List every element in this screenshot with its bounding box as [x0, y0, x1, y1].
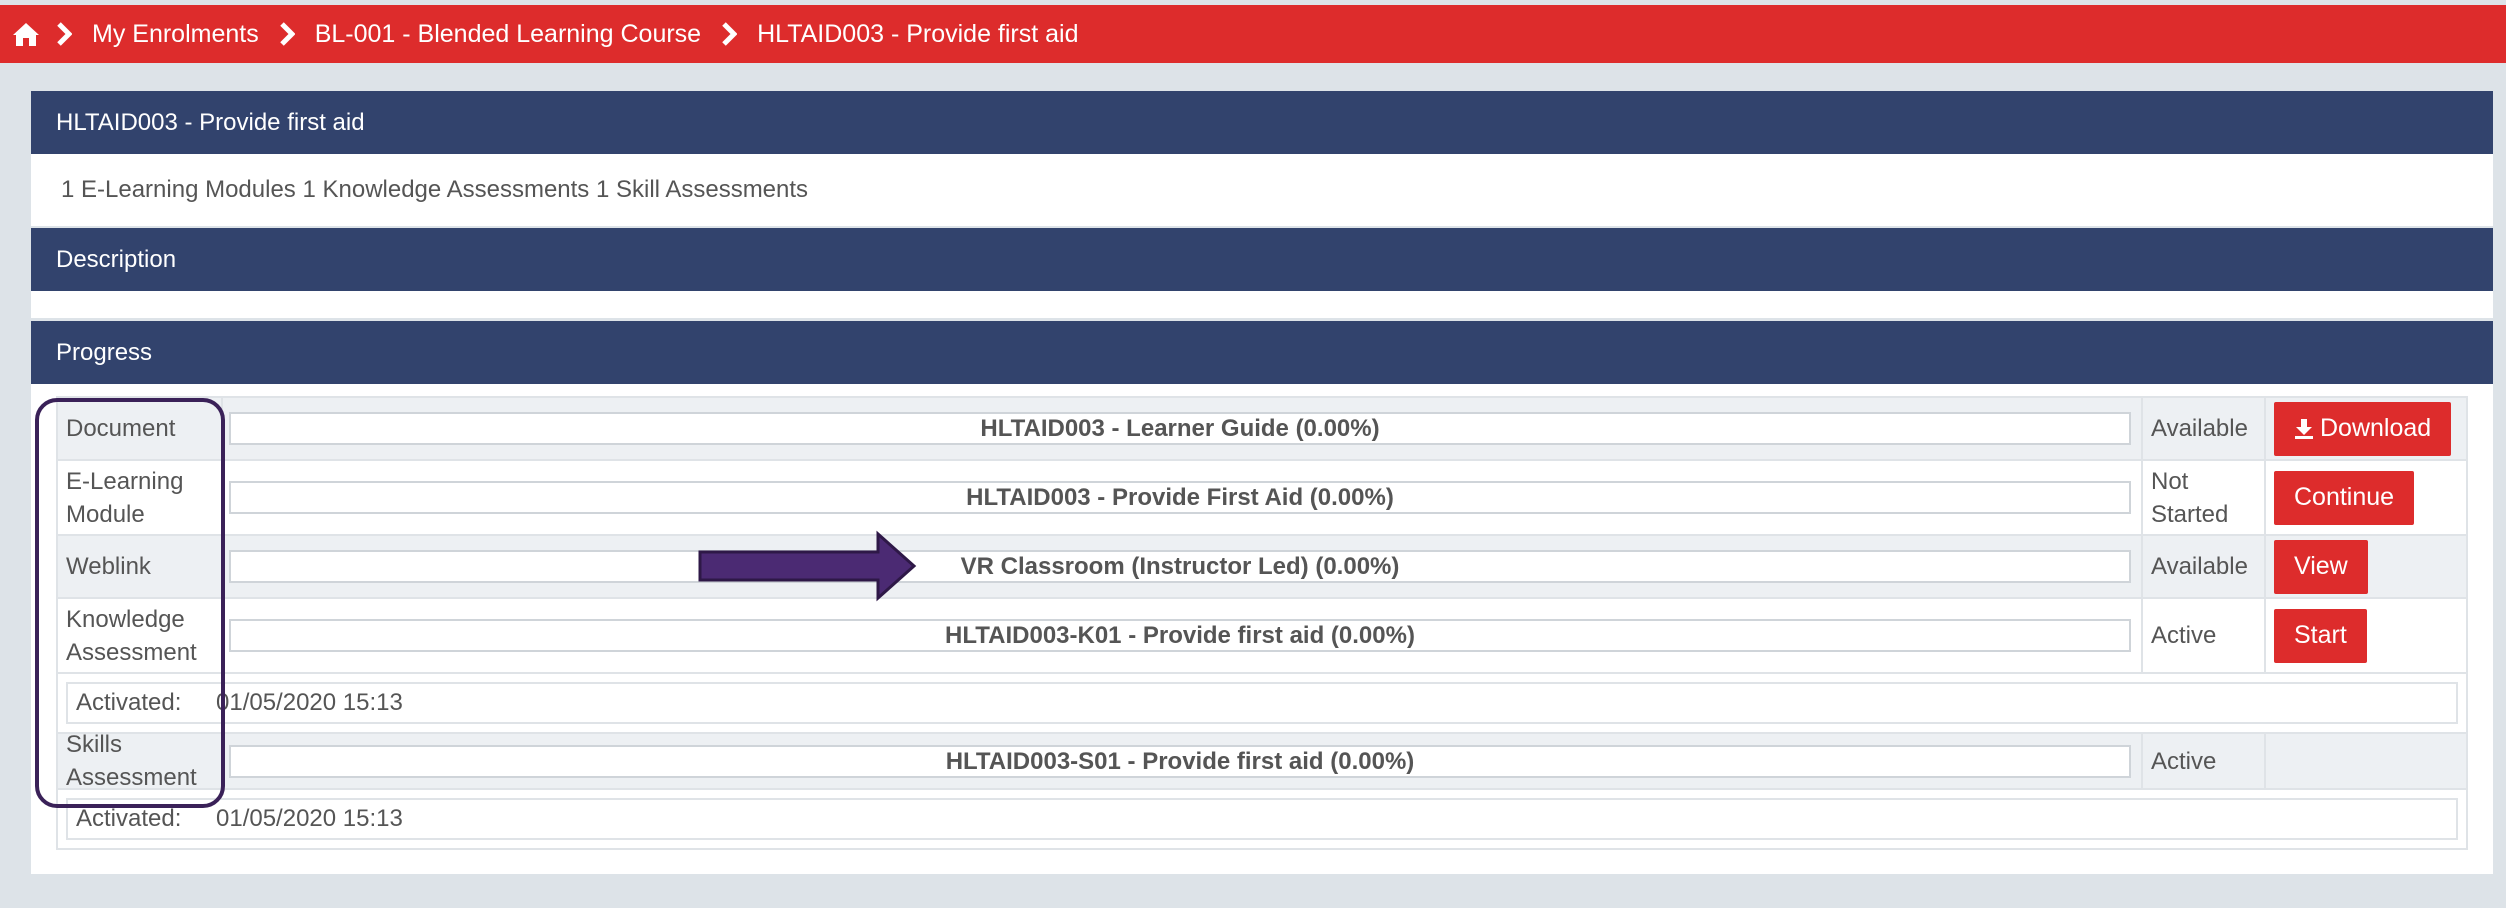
- empty-action-cell: [2266, 734, 2466, 788]
- item-type: E-Learning Module: [58, 461, 223, 534]
- activated-label: Activated:: [76, 689, 182, 716]
- status-label: Available: [2143, 398, 2266, 459]
- start-button[interactable]: Start: [2274, 608, 2367, 663]
- status-label: Not Started: [2143, 461, 2266, 534]
- continue-button[interactable]: Continue: [2274, 470, 2415, 525]
- item-type: Weblink: [58, 536, 223, 597]
- download-button[interactable]: Download: [2274, 401, 2452, 456]
- activated-date: 01/05/2020 15:13: [216, 689, 403, 716]
- status-label: Active: [2143, 599, 2266, 672]
- home-icon[interactable]: [12, 19, 42, 49]
- table-row: E-Learning Module HLTAID003 - Provide Fi…: [58, 461, 2466, 536]
- breadcrumb-item-course[interactable]: BL-001 - Blended Learning Course: [315, 20, 701, 49]
- description-panel-title: Description: [31, 228, 2493, 291]
- activation-row: Activated: 01/05/2020 15:13: [58, 674, 2466, 734]
- progress-panel-title: Progress: [31, 321, 2493, 384]
- table-row: Weblink VR Classroom (Instructor Led) (0…: [58, 536, 2466, 599]
- status-label: Available: [2143, 536, 2266, 597]
- item-type: Knowledge Assessment: [58, 599, 223, 672]
- item-type: Document: [58, 398, 223, 459]
- breadcrumb: My Enrolments BL-001 - Blended Learning …: [0, 5, 2506, 63]
- item-name: HLTAID003-S01 - Provide first aid (0.00%…: [229, 744, 2131, 778]
- view-button[interactable]: View: [2274, 539, 2368, 594]
- course-panel-title: HLTAID003 - Provide first aid: [31, 91, 2493, 154]
- item-name: HLTAID003 - Provide First Aid (0.00%): [229, 481, 2131, 514]
- item-name: HLTAID003-K01 - Provide first aid (0.00%…: [229, 619, 2131, 652]
- activated-label: Activated:: [76, 805, 182, 832]
- item-name: VR Classroom (Instructor Led) (0.00%): [229, 550, 2131, 583]
- status-label: Active: [2143, 734, 2266, 788]
- activation-row: Activated: 01/05/2020 15:13: [58, 790, 2466, 848]
- course-summary: 1 E-Learning Modules 1 Knowledge Assessm…: [31, 154, 2493, 226]
- chevron-right-icon: [721, 19, 743, 49]
- table-row: Document HLTAID003 - Learner Guide (0.00…: [58, 398, 2466, 461]
- item-name: HLTAID003 - Learner Guide (0.00%): [229, 412, 2131, 445]
- breadcrumb-item-unit[interactable]: HLTAID003 - Provide first aid: [757, 20, 1078, 49]
- description-body: [31, 291, 2493, 318]
- download-icon: [2294, 418, 2314, 440]
- activated-date: 01/05/2020 15:13: [216, 805, 403, 832]
- progress-table: Document HLTAID003 - Learner Guide (0.00…: [56, 396, 2468, 850]
- table-row: Knowledge Assessment HLTAID003-K01 - Pro…: [58, 599, 2466, 674]
- item-type: Skills Assessment: [58, 731, 223, 791]
- chevron-right-icon: [56, 19, 78, 49]
- chevron-right-icon: [279, 19, 301, 49]
- table-row: Skills Assessment HLTAID003-S01 - Provid…: [58, 731, 2466, 791]
- breadcrumb-item-enrolments[interactable]: My Enrolments: [92, 20, 259, 49]
